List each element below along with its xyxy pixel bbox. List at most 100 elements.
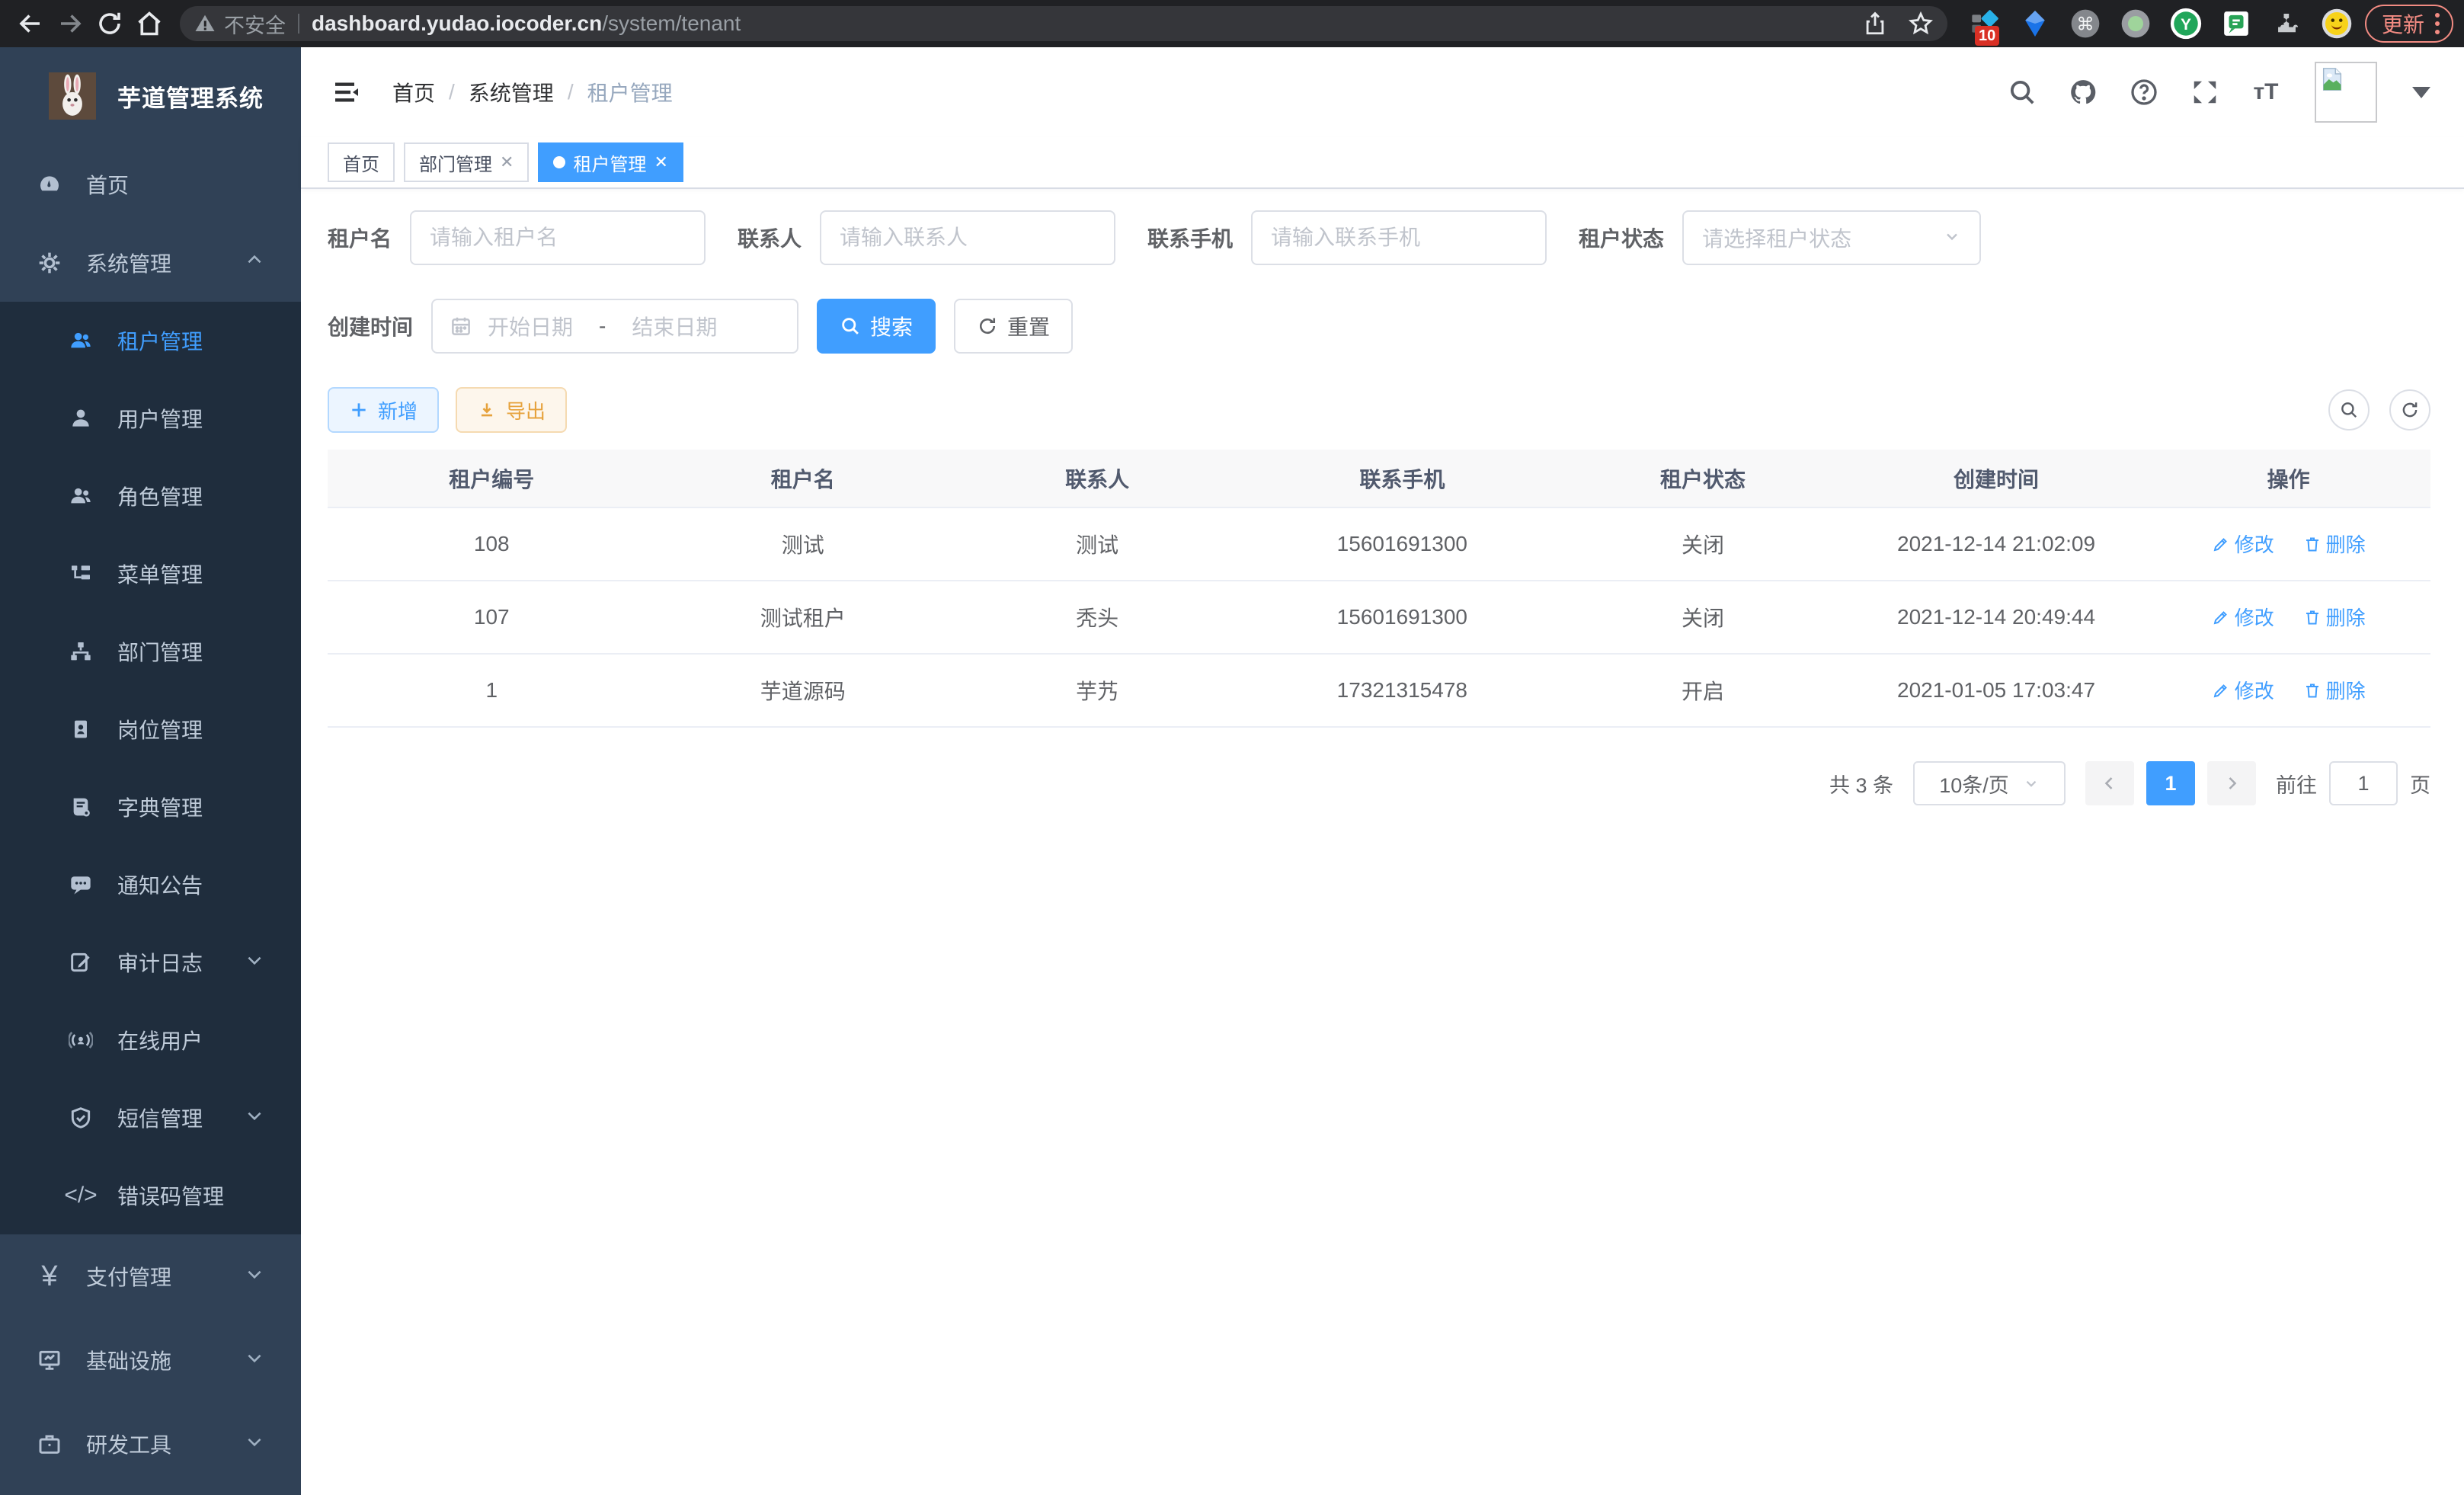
tab-home[interactable]: 首页 — [328, 142, 395, 182]
date-range-separator: - — [599, 314, 606, 338]
sidebar-item-online-user[interactable]: 在线用户 — [0, 1001, 301, 1079]
browser-forward-button[interactable] — [50, 4, 90, 43]
filter-label: 联系人 — [738, 222, 802, 253]
breadcrumb-separator: / — [568, 80, 574, 104]
delete-link-label: 删除 — [2326, 603, 2366, 631]
edit-link[interactable]: 修改 — [2212, 530, 2274, 558]
font-size-icon: ᴛT — [2253, 79, 2278, 105]
help-button[interactable] — [2127, 75, 2161, 109]
page-number-button[interactable]: 1 — [2146, 761, 2195, 805]
refresh-table-button[interactable] — [2389, 389, 2430, 431]
breadcrumb-system[interactable]: 系统管理 — [469, 77, 554, 107]
sidebar-item-label: 在线用户 — [117, 1025, 203, 1055]
extension-grid-diamond-icon[interactable]: 10 — [1969, 8, 2001, 40]
breadcrumb-home[interactable]: 首页 — [392, 77, 435, 107]
chevron-up-icon — [245, 250, 264, 275]
edit-link-label: 修改 — [2235, 530, 2274, 558]
contact-input[interactable] — [820, 210, 1115, 265]
sidebar-item-dev-tools[interactable]: 研发工具 — [0, 1402, 301, 1486]
header-search-button[interactable] — [2005, 75, 2039, 109]
extension-dot-circle-icon[interactable] — [2120, 8, 2152, 40]
edit-link[interactable]: 修改 — [2212, 676, 2274, 704]
sidebar-item-label: 支付管理 — [86, 1261, 171, 1292]
share-icon[interactable] — [1862, 11, 1888, 37]
extension-chat-icon[interactable] — [2220, 8, 2252, 40]
toggle-search-button[interactable] — [2328, 389, 2370, 431]
sidebar-item-sms[interactable]: 短信管理 — [0, 1079, 301, 1157]
extension-command-icon[interactable]: ⌘ — [2069, 8, 2101, 40]
table-tools — [2328, 389, 2430, 431]
tenant-name-input[interactable] — [410, 210, 706, 265]
chevron-down-icon — [245, 1106, 264, 1131]
url-bar[interactable]: 不安全 dashboard.yudao.iocoder.cn /system/t… — [180, 6, 1947, 41]
prev-page-button[interactable] — [2085, 761, 2134, 805]
github-button[interactable] — [2066, 75, 2100, 109]
extension-y-logo-icon[interactable]: Y — [2170, 8, 2202, 40]
sidebar-item-pay[interactable]: ¥ 支付管理 — [0, 1234, 301, 1318]
font-size-button[interactable]: ᴛT — [2249, 75, 2283, 109]
page-size-select[interactable]: 10条/页 — [1913, 761, 2066, 805]
goto-page-input[interactable] — [2329, 761, 2398, 805]
fullscreen-button[interactable] — [2188, 75, 2222, 109]
delete-link[interactable]: 删除 — [2303, 530, 2366, 558]
profile-avatar-icon[interactable] — [2321, 8, 2353, 40]
tab-dept[interactable]: 部门管理 ✕ — [404, 142, 529, 182]
sidebar-item-error-code[interactable]: </> 错误码管理 — [0, 1157, 301, 1234]
sidebar-item-menu[interactable]: 菜单管理 — [0, 535, 301, 613]
extensions-puzzle-icon[interactable] — [2270, 8, 2302, 40]
sidebar-item-user[interactable]: 用户管理 — [0, 379, 301, 457]
next-page-button[interactable] — [2207, 761, 2256, 805]
fullscreen-icon — [2190, 78, 2219, 107]
start-date-placeholder[interactable]: 开始日期 — [488, 311, 573, 341]
table-row: 107 测试租户 秃头 15601691300 关闭 2021-12-14 20… — [328, 581, 2430, 654]
reset-button[interactable]: 重置 — [954, 299, 1073, 354]
sidebar-item-label: 部门管理 — [117, 636, 203, 667]
close-icon[interactable]: ✕ — [654, 152, 667, 172]
sidebar-item-infra[interactable]: 基础设施 — [0, 1318, 301, 1402]
end-date-placeholder[interactable]: 结束日期 — [632, 311, 717, 341]
add-button[interactable]: 新增 — [328, 387, 439, 433]
status-select[interactable]: 请选择租户状态 — [1682, 210, 1981, 265]
tab-tenant[interactable]: 租户管理 ✕ — [538, 142, 683, 182]
browser-home-button[interactable] — [130, 4, 169, 43]
sidebar-item-system[interactable]: 系统管理 — [0, 223, 301, 302]
edit-link[interactable]: 修改 — [2212, 603, 2274, 631]
avatar-dropdown-caret-icon[interactable] — [2412, 87, 2430, 98]
bookmark-star-icon[interactable] — [1908, 11, 1934, 37]
sidebar-item-label: 基础设施 — [86, 1345, 171, 1375]
sidebar-item-role[interactable]: 角色管理 — [0, 457, 301, 535]
filter-row-2: 创建时间 开始日期 - 结束日期 搜索 重置 — [328, 299, 2430, 354]
date-range-picker[interactable]: 开始日期 - 结束日期 — [431, 299, 798, 354]
extension-kite-icon[interactable] — [2019, 8, 2051, 40]
sidebar-item-notice[interactable]: 通知公告 — [0, 846, 301, 924]
search-button[interactable]: 搜索 — [817, 299, 936, 354]
export-button[interactable]: 导出 — [456, 387, 567, 433]
sidebar-logo[interactable]: 芋道管理系统 — [0, 47, 301, 145]
sidebar-item-dept[interactable]: 部门管理 — [0, 613, 301, 690]
delete-link-label: 删除 — [2326, 676, 2366, 704]
security-label[interactable]: 不安全 — [224, 9, 286, 39]
filter-status: 租户状态 请选择租户状态 — [1579, 210, 1981, 265]
filter-label: 租户名 — [328, 222, 392, 253]
delete-link[interactable]: 删除 — [2303, 676, 2366, 704]
browser-back-button[interactable] — [11, 4, 50, 43]
tags-view-bar: 首页 部门管理 ✕ 租户管理 ✕ — [301, 137, 2464, 189]
sidebar-item-tenant[interactable]: 租户管理 — [0, 302, 301, 379]
edit-icon — [2212, 608, 2230, 626]
sidebar-item-dict[interactable]: 字典管理 — [0, 768, 301, 846]
close-icon[interactable]: ✕ — [500, 152, 514, 172]
sidebar-fold-button[interactable] — [324, 69, 370, 115]
sidebar-item-audit-log[interactable]: 审计日志 — [0, 924, 301, 1001]
cell-contact: 芋艿 — [950, 654, 1244, 727]
sidebar-item-post[interactable]: 岗位管理 — [0, 690, 301, 768]
browser-update-menu-button[interactable]: 更新 — [2365, 5, 2453, 43]
sidebar-item-home[interactable]: 首页 — [0, 145, 301, 223]
browser-reload-button[interactable] — [90, 4, 130, 43]
delete-link[interactable]: 删除 — [2303, 603, 2366, 631]
dictionary-icon — [67, 795, 94, 819]
chevron-left-icon — [2101, 774, 2119, 792]
filter-create-time: 创建时间 开始日期 - 结束日期 — [328, 299, 798, 354]
mobile-input[interactable] — [1251, 210, 1547, 265]
user-avatar[interactable] — [2315, 62, 2377, 123]
hamburger-fold-icon — [331, 77, 362, 107]
